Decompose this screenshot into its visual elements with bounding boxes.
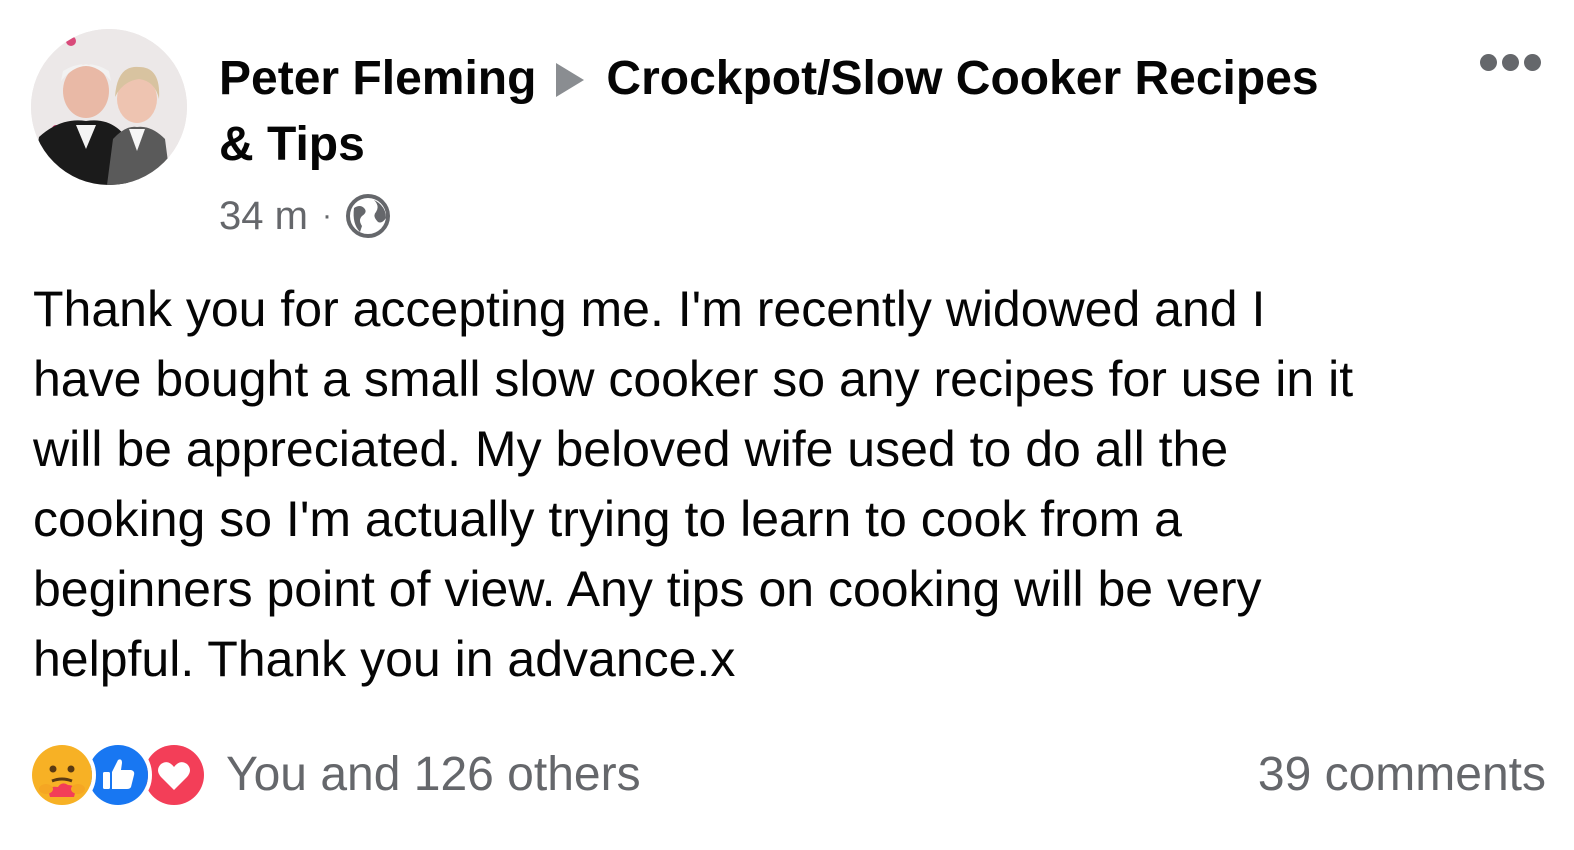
reaction-summary[interactable]: You and 126 others	[28, 740, 641, 810]
play-arrow-icon	[556, 63, 585, 97]
care-reaction-icon	[28, 741, 96, 809]
author-avatar[interactable]	[31, 29, 187, 185]
facebook-post: Peter Fleming Crockpot/Slow Cooker Recipe…	[0, 0, 1574, 850]
avatar-photo	[31, 29, 187, 185]
post-header: Peter Fleming Crockpot/Slow Cooker Recipe…	[219, 46, 1339, 178]
post-body: Thank you for accepting me. I'm recently…	[33, 281, 1354, 687]
more-options-icon[interactable]	[1480, 54, 1541, 71]
reactions-count[interactable]: You and 126 others	[226, 740, 641, 810]
post-meta: 34 m ·	[219, 192, 392, 240]
post-timestamp[interactable]: 34 m	[219, 192, 308, 240]
globe-icon	[344, 192, 392, 240]
author-name[interactable]: Peter Fleming	[219, 52, 536, 105]
meta-separator: ·	[321, 199, 332, 232]
comments-count[interactable]: 39 comments	[1258, 740, 1546, 810]
